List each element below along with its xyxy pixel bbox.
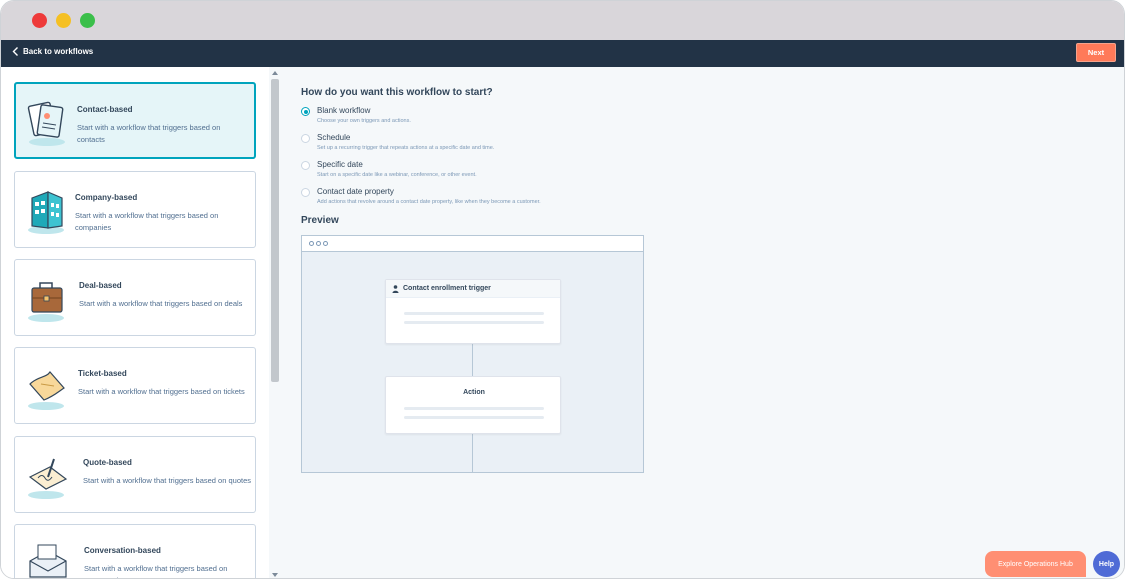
- top-navigation-bar: Back to workflows Next: [1, 40, 1124, 67]
- card-quote-based[interactable]: Quote-based Start with a workflow that t…: [14, 436, 256, 513]
- placeholder-line: [404, 407, 544, 410]
- placeholder-line: [404, 312, 544, 315]
- trigger-node-label: Contact enrollment trigger: [403, 285, 491, 292]
- card-description: Start with a workflow that triggers base…: [78, 387, 245, 396]
- card-title: Contact-based: [77, 105, 133, 114]
- card-title: Company-based: [75, 193, 138, 202]
- card-title: Conversation-based: [84, 546, 161, 555]
- help-button[interactable]: Help: [1093, 551, 1120, 577]
- preview-toolbar: [302, 236, 643, 252]
- card-contact-based[interactable]: Contact-based Start with a workflow that…: [14, 82, 256, 159]
- action-node: Action: [385, 376, 561, 434]
- trigger-node-header: Contact enrollment trigger: [386, 280, 560, 298]
- trigger-node: Contact enrollment trigger: [385, 279, 561, 344]
- explore-operations-hub-button[interactable]: Explore Operations Hub: [985, 551, 1086, 577]
- placeholder-line: [404, 416, 544, 419]
- preview-dot-icon: [316, 241, 321, 246]
- scroll-down-arrow-icon[interactable]: [272, 573, 278, 577]
- option-label: Schedule: [317, 133, 351, 142]
- radio-button[interactable]: [301, 161, 310, 170]
- radio-button[interactable]: [301, 188, 310, 197]
- option-label: Contact date property: [317, 187, 394, 196]
- back-to-workflows-link[interactable]: Back to workflows: [12, 47, 93, 56]
- ticket-icon: [28, 371, 65, 410]
- left-panel-scrollbar[interactable]: [269, 67, 282, 578]
- briefcase-icon: [28, 282, 64, 322]
- envelope-icon: [29, 544, 67, 578]
- workflow-start-panel: How do you want this workflow to start? …: [282, 67, 1124, 578]
- app-window: Back to workflows Next Contact-based Sta…: [0, 0, 1125, 579]
- maximize-window-button[interactable]: [80, 13, 95, 28]
- card-description: Start with a workflow that triggers base…: [84, 564, 228, 578]
- preview-connector-line: [472, 344, 473, 376]
- card-ticket-based[interactable]: Ticket-based Start with a workflow that …: [14, 347, 256, 424]
- close-window-button[interactable]: [32, 13, 47, 28]
- back-link-label: Back to workflows: [23, 47, 94, 56]
- radio-button[interactable]: [301, 134, 310, 143]
- option-description: Set up a recurring trigger that repeats …: [317, 145, 495, 151]
- option-description: Add actions that revolve around a contac…: [317, 199, 541, 205]
- contact-cards-icon: [27, 101, 65, 146]
- next-button[interactable]: Next: [1076, 43, 1116, 62]
- window-titlebar: [1, 1, 1124, 40]
- card-description: Start with a workflow that triggers base…: [77, 123, 221, 144]
- scrollbar-thumb[interactable]: [271, 79, 279, 382]
- preview-dot-icon: [323, 241, 328, 246]
- placeholder-line: [404, 321, 544, 324]
- option-label: Specific date: [317, 160, 363, 169]
- preview-heading: Preview: [301, 215, 339, 226]
- card-title: Quote-based: [83, 458, 132, 467]
- card-company-based[interactable]: Company-based Start with a workflow that…: [14, 171, 256, 248]
- preview-dot-icon: [309, 241, 314, 246]
- preview-connector-line: [472, 434, 473, 473]
- quote-signature-icon: [28, 458, 68, 499]
- option-description: Choose your own triggers and actions.: [317, 118, 411, 124]
- workflow-preview: Contact enrollment trigger Action: [301, 235, 644, 473]
- option-description: Start on a specific date like a webinar,…: [317, 172, 477, 178]
- card-conversation-based[interactable]: Conversation-based Start with a workflow…: [14, 524, 256, 578]
- card-description: Start with a workflow that triggers base…: [83, 476, 252, 485]
- card-title: Ticket-based: [78, 369, 127, 378]
- card-deal-based[interactable]: Deal-based Start with a workflow that tr…: [14, 259, 256, 336]
- radio-button[interactable]: [301, 107, 310, 116]
- action-node-label: Action: [463, 389, 485, 396]
- start-question-heading: How do you want this workflow to start?: [301, 87, 493, 98]
- minimize-window-button[interactable]: [56, 13, 71, 28]
- workflow-type-list: Contact-based Start with a workflow that…: [1, 67, 282, 578]
- person-icon: [392, 284, 399, 293]
- card-description: Start with a workflow that triggers base…: [79, 299, 243, 308]
- card-title: Deal-based: [79, 281, 122, 290]
- scroll-up-arrow-icon[interactable]: [272, 71, 278, 75]
- option-label: Blank workflow: [317, 106, 371, 115]
- chevron-left-icon: [12, 47, 18, 56]
- building-icon: [28, 191, 64, 234]
- card-description: Start with a workflow that triggers base…: [75, 211, 219, 232]
